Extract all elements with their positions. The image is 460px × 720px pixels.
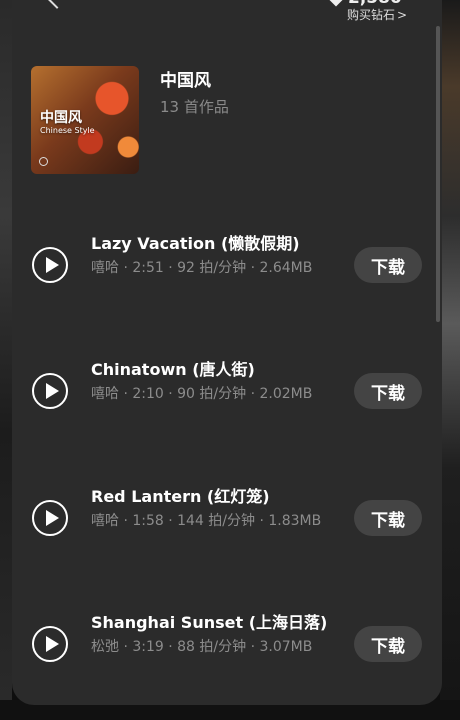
back-icon[interactable] [47,0,67,9]
download-button[interactable]: 下载 [354,373,422,409]
play-icon [46,636,59,652]
play-icon [46,257,59,273]
scrollbar[interactable] [436,26,440,322]
track-title: Lazy Vacation (懒散假期) [91,234,300,253]
cover-title: 中国风 [40,110,82,126]
collection-title: 中国风 [160,71,211,91]
buy-diamonds-link[interactable]: 购买钻石 > [347,6,407,23]
play-icon [46,383,59,399]
track-title: Red Lantern (红灯笼) [91,487,270,506]
play-button[interactable] [32,626,68,662]
play-button[interactable] [32,500,68,536]
track-meta: 嘻哈 · 2:51 · 92 拍/分钟 · 2.64MB [91,260,313,276]
download-button[interactable]: 下载 [354,247,422,283]
track-row[interactable]: Lazy Vacation (懒散假期) 嘻哈 · 2:51 · 92 拍/分钟… [12,224,442,334]
chevron-right-icon: > [397,8,408,22]
play-button[interactable] [32,373,68,409]
track-row[interactable]: Red Lantern (红灯笼) 嘻哈 · 1:58 · 144 拍/分钟 ·… [12,477,442,587]
diamond-icon [327,0,345,7]
track-row[interactable]: Shanghai Sunset (上海日落) 松弛 · 3:19 · 88 拍/… [12,603,442,705]
track-title: Chinatown (唐人街) [91,360,255,379]
collection-cover: 中国风 Chinese Style [31,66,139,174]
track-meta: 嘻哈 · 1:58 · 144 拍/分钟 · 1.83MB [91,513,322,529]
background-right [440,0,460,720]
track-row[interactable]: Chinatown (唐人街) 嘻哈 · 2:10 · 90 拍/分钟 · 2.… [12,350,442,460]
cover-badge-icon [39,157,48,166]
track-title: Shanghai Sunset (上海日落) [91,613,328,632]
cover-subtitle: Chinese Style [40,126,95,135]
download-button[interactable]: 下载 [354,626,422,662]
play-button[interactable] [32,247,68,283]
play-icon [46,510,59,526]
collection-count: 13 首作品 [160,98,229,116]
track-meta: 松弛 · 3:19 · 88 拍/分钟 · 3.07MB [91,639,313,655]
track-meta: 嘻哈 · 2:10 · 90 拍/分钟 · 2.02MB [91,386,313,402]
download-button[interactable]: 下载 [354,500,422,536]
background-left [0,0,12,720]
collection-sheet: 2,580 购买钻石> 中国风 Chinese Style 中国风 13 首作品… [12,0,442,705]
buy-diamonds-label: 购买钻石 [347,8,396,22]
